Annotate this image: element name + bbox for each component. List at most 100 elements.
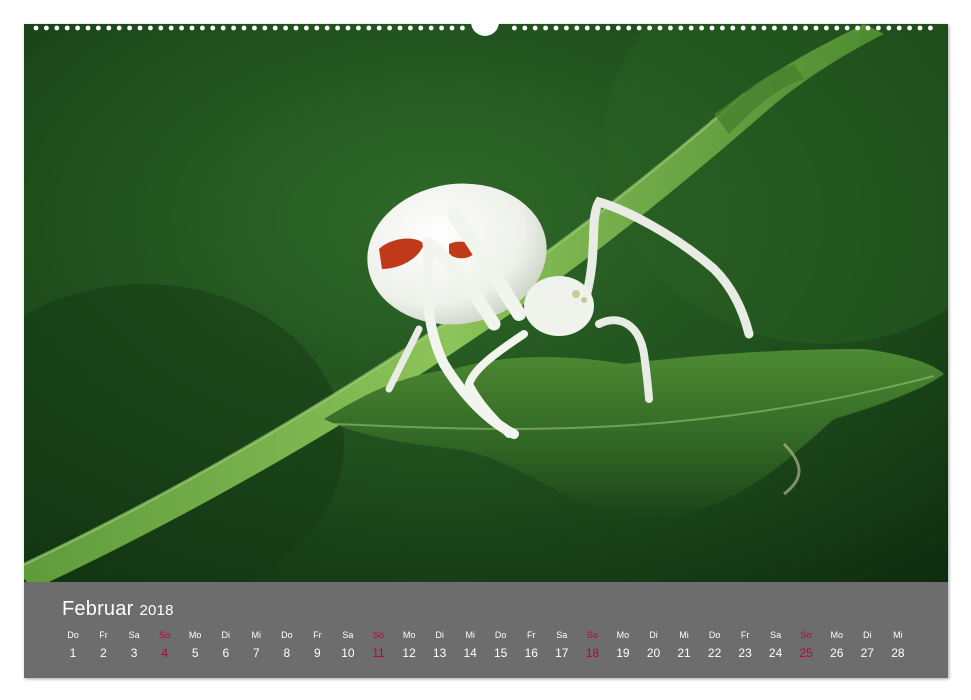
binding-hole: [179, 25, 185, 31]
binding-hole: [636, 25, 642, 31]
binding-hole: [699, 25, 704, 31]
day-number: 23: [738, 646, 752, 660]
binding-hole: [293, 25, 299, 31]
binding-hole: [740, 25, 746, 31]
binding-hole: [148, 25, 153, 31]
binding-hole: [626, 25, 632, 31]
binding-hole: [231, 25, 237, 31]
day-cell: Sa 24: [761, 630, 791, 660]
day-cell: So 11: [364, 630, 394, 660]
binding-hole: [44, 25, 49, 31]
binding-hole: [356, 25, 361, 31]
day-cell: Di 20: [639, 630, 669, 660]
weekday-label: Do: [708, 630, 721, 640]
binding-hole: [813, 25, 819, 31]
binding-hole: [803, 25, 808, 31]
day-cell: Do 22: [700, 630, 730, 660]
day-number: 12: [402, 646, 416, 660]
binding-hole: [678, 25, 684, 31]
binding-hole: [730, 25, 736, 31]
weekday-label: Mi: [251, 630, 262, 640]
day-cell: Do 1: [58, 630, 88, 660]
day-number: 14: [463, 646, 477, 660]
month-title: Februar 2018: [62, 598, 174, 621]
binding-hole: [168, 25, 174, 31]
binding-hole: [668, 25, 673, 31]
binding-hole: [418, 25, 424, 31]
binding-hole: [439, 25, 444, 31]
weekday-label: Sa: [128, 630, 140, 640]
month-name: Februar: [62, 598, 134, 620]
binding-hole: [376, 25, 382, 31]
day-number: 2: [100, 646, 107, 660]
day-number: 24: [768, 646, 783, 660]
binding-hole: [314, 25, 320, 31]
weekday-label: So: [159, 630, 171, 640]
day-cell: Mo 12: [394, 630, 424, 660]
day-number: 18: [585, 646, 600, 660]
binding-hole: [200, 25, 205, 31]
weekday-label: Do: [67, 630, 79, 640]
day-number: 9: [314, 646, 321, 660]
weekday-label: Mo: [616, 630, 630, 640]
weekday-label: Do: [494, 630, 507, 640]
weekday-label: Di: [649, 630, 658, 640]
binding-hole: [522, 25, 528, 31]
binding-hole: [782, 25, 788, 31]
binding-hole: [189, 25, 195, 31]
day-cell: Di 27: [852, 630, 882, 660]
binding-hole: [96, 25, 101, 31]
day-number: 3: [130, 646, 138, 660]
binding-hole: [928, 25, 933, 31]
day-cell: So 18: [577, 630, 607, 660]
day-cell: Mo 19: [608, 630, 638, 660]
binding-hole: [855, 25, 860, 31]
day-cell: Fr 2: [89, 630, 119, 660]
day-number: 26: [830, 646, 844, 660]
weekday-label: Mi: [465, 630, 475, 640]
weekday-label: Mo: [402, 630, 416, 640]
weekday-label: Mi: [893, 630, 903, 640]
day-number: 16: [524, 646, 538, 660]
day-number: 28: [891, 646, 905, 660]
weekday-label: Fr: [99, 630, 108, 640]
binding-holes: [33, 22, 933, 36]
day-number: 15: [494, 646, 508, 660]
day-cell: Sa 3: [119, 630, 149, 660]
weekday-label: Di: [435, 630, 444, 640]
day-cell: Fr 9: [302, 630, 332, 660]
day-number: 8: [283, 646, 291, 660]
day-number: 7: [252, 646, 260, 660]
day-cell: Mi 28: [883, 630, 913, 660]
weekday-label: Di: [863, 630, 872, 640]
binding-hole: [834, 25, 840, 31]
binding-hole: [158, 25, 164, 31]
binding-hole: [543, 25, 548, 31]
binding-hole: [64, 25, 70, 31]
day-cell: Do 15: [486, 630, 516, 660]
binding-hole: [917, 25, 923, 31]
day-number: 19: [616, 646, 630, 660]
weekday-label: Fr: [740, 630, 750, 640]
day-number: 25: [799, 646, 813, 660]
binding-hole: [865, 25, 871, 31]
binding-hole: [304, 25, 309, 31]
binding-hole: [428, 25, 434, 31]
binding-hole: [907, 25, 912, 31]
binding-hole: [283, 25, 288, 31]
binding-hole: [262, 25, 268, 31]
day-grid: Do 1 Fr 2 Sa 3 So 4 Mo 5 Di 6 Mi 7 Do 8 Fr 9 Sa 10 So 11 Mo 12 D…: [24, 630, 948, 670]
binding-hole: [449, 25, 455, 31]
day-number: 11: [372, 646, 385, 660]
binding-hole: [564, 25, 569, 31]
binding-hole: [33, 25, 39, 31]
day-number: 13: [432, 646, 447, 660]
binding-hole: [408, 25, 413, 31]
binding-hole: [127, 25, 132, 31]
binding-hole: [772, 25, 777, 31]
binding-hole: [54, 25, 60, 31]
day-cell: Mi 21: [669, 630, 699, 660]
weekday-label: Di: [221, 630, 231, 640]
day-cell: So 25: [791, 630, 821, 660]
day-number: 6: [222, 646, 230, 660]
